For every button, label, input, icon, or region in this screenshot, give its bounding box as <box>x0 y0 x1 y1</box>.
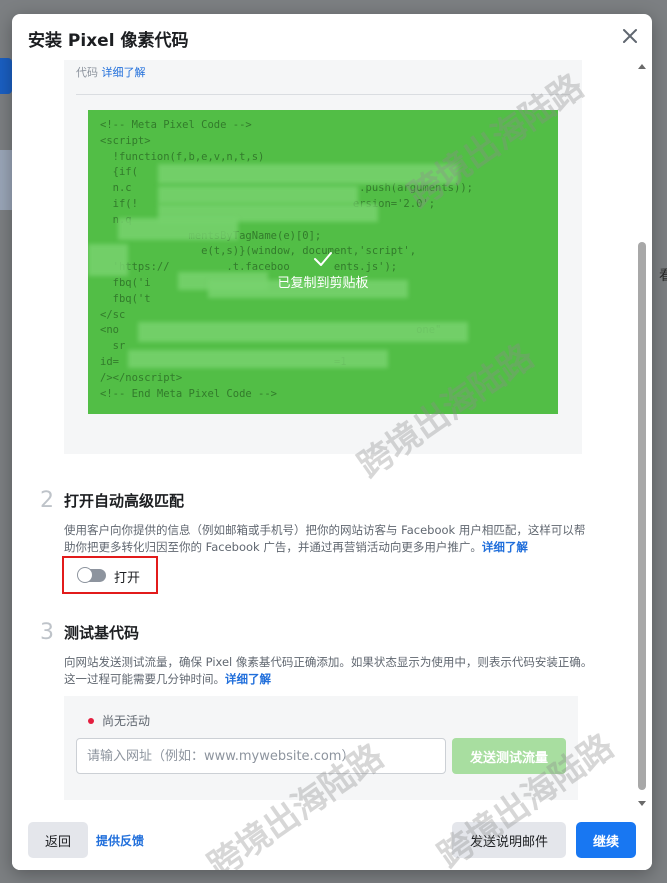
auto-advanced-matching-toggle[interactable] <box>77 567 106 583</box>
toggle-knob <box>77 567 93 583</box>
copied-overlay: 已复制到剪贴板 <box>88 250 558 291</box>
blurred-region <box>118 218 238 240</box>
website-url-input[interactable] <box>76 738 446 774</box>
copied-message: 已复制到剪贴板 <box>277 276 369 291</box>
continue-button[interactable]: 继续 <box>576 822 636 858</box>
step-number: 3 <box>40 620 54 645</box>
step-title: 测试基代码 <box>64 624 140 642</box>
pixel-code-box[interactable]: <!-- Meta Pixel Code --> <script> !functi… <box>88 110 558 414</box>
scroll-up-icon[interactable] <box>638 64 646 69</box>
divider <box>76 94 570 95</box>
checkmark-icon <box>314 252 332 266</box>
step-description: 使用客户向你提供的信息（例如邮箱或手机号）把你的网站访客与 Facebook 用… <box>64 522 594 556</box>
code-line: <script> <box>100 134 151 147</box>
step-2-section: 2 打开自动高级匹配 使用客户向你提供的信息（例如邮箱或手机号）把你的网站访客与… <box>40 488 600 628</box>
learn-more-link[interactable]: 详细了解 <box>482 540 528 554</box>
background-text: 看 <box>659 268 667 284</box>
scrollbar[interactable] <box>636 60 648 810</box>
step-description-text: 向网站发送测试流量，确保 Pixel 像素基代码正确添加。如果状态显示为使用中，… <box>64 655 593 686</box>
blurred-region <box>158 164 458 184</box>
highlight-box: 打开 <box>62 556 158 594</box>
step-title: 打开自动高级匹配 <box>64 492 185 510</box>
close-icon <box>623 29 637 43</box>
status-dot-icon <box>88 718 94 724</box>
modal-header: 安装 Pixel 像素代码 <box>12 14 652 60</box>
feedback-link[interactable]: 提供反馈 <box>96 832 144 849</box>
code-line: /></noscript> <box>100 371 183 384</box>
test-traffic-panel: 尚无活动 发送测试流量 <box>64 696 578 800</box>
install-pixel-modal: 安装 Pixel 像素代码 代码 详细了解 <!-- Meta Pixel Co… <box>12 14 652 870</box>
modal-footer: 返回 提供反馈 发送说明邮件 继续 <box>12 810 652 870</box>
code-top-text: 代码 详细了解 <box>76 64 146 80</box>
blurred-region <box>138 322 468 342</box>
blurred-region <box>128 350 388 368</box>
step-3-section: 3 测试基代码 向网站发送测试流量，确保 Pixel 像素基代码正确添加。如果状… <box>40 620 600 700</box>
step-number: 2 <box>40 488 54 513</box>
modal-title: 安装 Pixel 像素代码 <box>28 31 189 51</box>
code-top-prefix: 代码 <box>76 66 98 79</box>
learn-more-link[interactable]: 详细了解 <box>225 672 271 686</box>
code-line: <!-- End Meta Pixel Code --> <box>100 387 278 400</box>
back-button[interactable]: 返回 <box>28 822 88 858</box>
background-panel <box>0 150 12 210</box>
code-top-link[interactable]: 详细了解 <box>102 66 146 79</box>
blurred-region <box>158 186 358 204</box>
close-button[interactable] <box>618 24 642 48</box>
scroll-down-icon[interactable] <box>638 801 646 806</box>
scrollbar-thumb[interactable] <box>638 242 646 790</box>
code-line: </sc <box>100 308 126 321</box>
send-instructions-email-button[interactable]: 发送说明邮件 <box>452 822 566 858</box>
status-text: 尚无活动 <box>102 714 151 728</box>
background-nav-tab <box>0 58 12 94</box>
send-test-traffic-button[interactable]: 发送测试流量 <box>452 738 566 774</box>
step-description: 向网站发送测试流量，确保 Pixel 像素基代码正确添加。如果状态显示为使用中，… <box>64 654 594 688</box>
code-panel: 代码 详细了解 <!-- Meta Pixel Code --> <script>… <box>64 60 582 454</box>
toggle-label: 打开 <box>114 571 141 586</box>
code-line: <!-- Meta Pixel Code --> <box>100 119 252 131</box>
modal-scroll-area[interactable]: 代码 详细了解 <!-- Meta Pixel Code --> <script>… <box>12 60 652 810</box>
